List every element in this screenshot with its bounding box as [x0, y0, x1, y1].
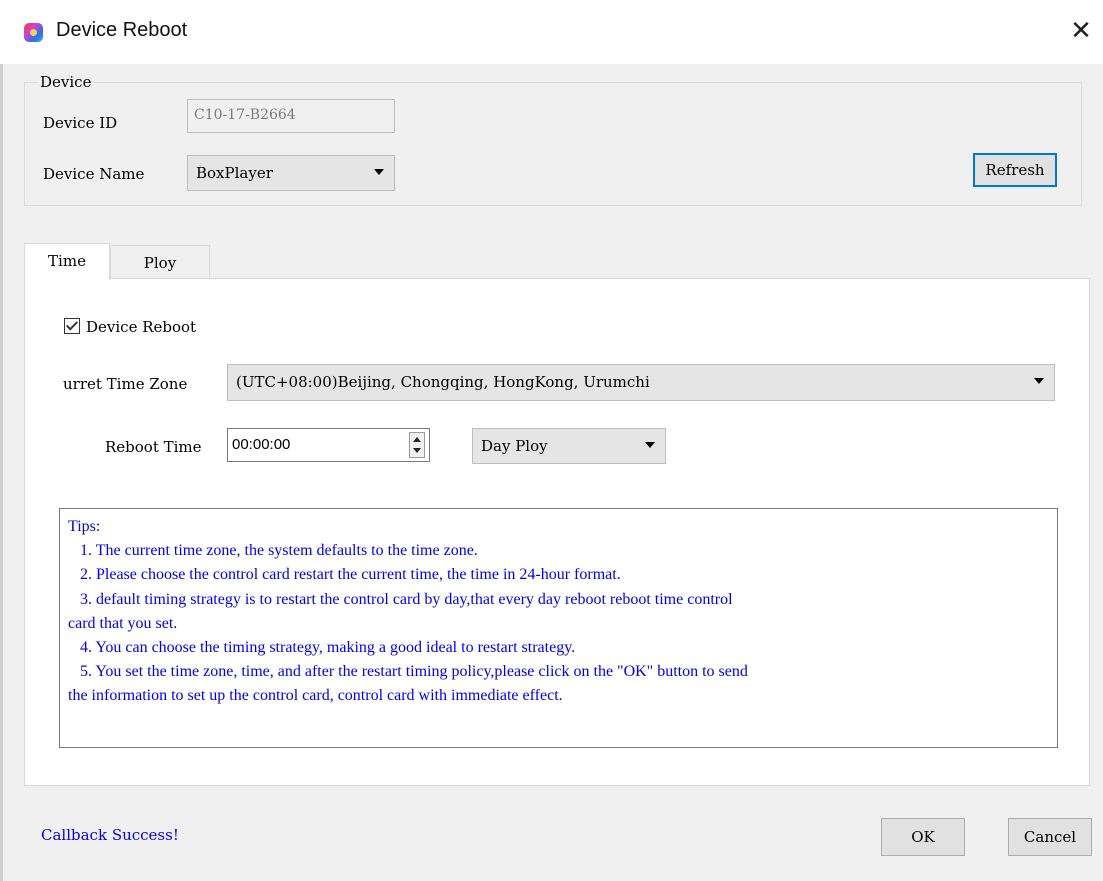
device-reboot-checkbox[interactable]: [64, 318, 80, 334]
spin-up-icon[interactable]: [413, 437, 421, 442]
cancel-button[interactable]: Cancel: [1008, 818, 1092, 856]
window-title: Device Reboot: [56, 19, 188, 41]
reboot-time-value: 00:00:00: [232, 436, 291, 453]
tips-line: 5. You set the time zone, time, and afte…: [80, 663, 748, 681]
ploy-value: Day Ploy: [481, 437, 548, 455]
tips-heading: Tips:: [68, 518, 101, 535]
tips-box: Tips: 1. The current time zone, the syst…: [59, 508, 1058, 748]
tab-time[interactable]: Time: [24, 243, 110, 280]
reboot-time-label: Reboot Time: [105, 438, 202, 456]
window-edge: [0, 64, 3, 881]
close-icon[interactable]: ✕: [1066, 16, 1096, 46]
tips-line: 1. The current time zone, the system def…: [80, 542, 478, 560]
tips-line: 4. You can choose the timing strategy, m…: [80, 639, 576, 657]
spin-down-icon[interactable]: [413, 448, 421, 453]
chevron-down-icon: [1034, 378, 1044, 384]
status-message: Callback Success!: [41, 826, 179, 844]
ploy-select[interactable]: Day Ploy: [472, 428, 666, 464]
device-reboot-label: Device Reboot: [86, 318, 197, 336]
chevron-down-icon: [645, 442, 655, 448]
chevron-down-icon: [374, 169, 384, 175]
title-bar: Device Reboot ✕: [0, 0, 1103, 64]
device-id-label: Device ID: [43, 114, 118, 132]
tips-line: the information to set up the control ca…: [68, 687, 563, 705]
spin-buttons[interactable]: [409, 432, 425, 458]
refresh-button[interactable]: Refresh: [973, 153, 1057, 187]
device-group: [24, 82, 1082, 206]
tips-line: 3. default timing strategy is to restart…: [80, 590, 733, 608]
ok-button[interactable]: OK: [881, 818, 965, 856]
reboot-time-spinbox[interactable]: 00:00:00: [227, 428, 430, 462]
tips-line: 2. Please choose the control card restar…: [80, 566, 621, 584]
device-id-field[interactable]: C10-17-B2664: [187, 99, 395, 133]
tips-line: card that you set.: [68, 614, 178, 632]
app-logo-icon: [24, 23, 43, 42]
device-name-label: Device Name: [43, 165, 145, 183]
time-zone-value: (UTC+08:00)Beijing, Chongqing, HongKong,…: [236, 373, 650, 391]
device-name-value: BoxPlayer: [196, 164, 273, 182]
device-group-title: Device: [38, 73, 94, 91]
time-zone-select[interactable]: (UTC+08:00)Beijing, Chongqing, HongKong,…: [227, 364, 1055, 401]
tab-ploy[interactable]: Ploy: [110, 245, 210, 279]
device-name-select[interactable]: BoxPlayer: [187, 155, 395, 191]
time-zone-label: urret Time Zone: [63, 375, 188, 393]
